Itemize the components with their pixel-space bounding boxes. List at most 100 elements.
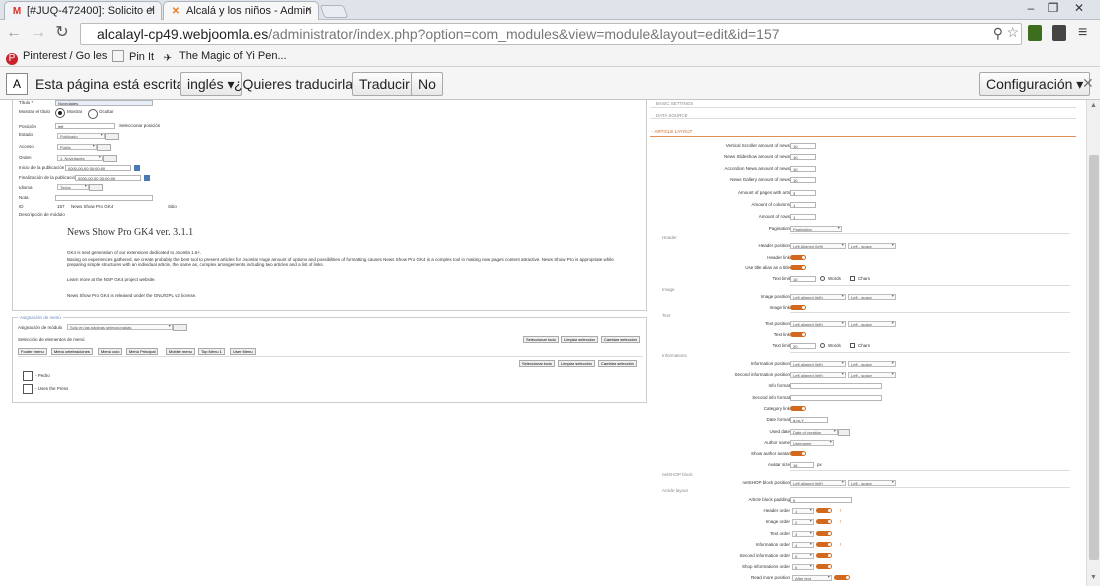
image-link-toggle[interactable] [790,305,806,310]
note-input[interactable] [55,195,153,201]
translate-settings-button[interactable]: Configuración ▾ [979,72,1091,96]
words-radio[interactable] [820,343,825,348]
tab-joomla-admin[interactable]: ✕ Alcalá y los niños - Admin × [163,1,319,20]
language-button[interactable] [89,184,103,191]
vertical-scroller-input[interactable]: 10 [790,143,816,149]
image-position-select[interactable]: Left aligned (left) [790,294,846,300]
menu-icon[interactable]: ≡ [1078,24,1087,42]
minimize-icon[interactable]: – [1020,1,1042,15]
close-tab-icon[interactable]: × [149,4,155,16]
title-alias-toggle[interactable] [790,265,806,270]
order-select[interactable]: 1. Novedades [57,155,103,161]
clear-selection-button[interactable]: Limpiar selección [558,360,595,367]
pagination-select[interactable]: Pagination [790,226,842,232]
news-gallery-input[interactable]: 10 [790,177,816,183]
columns-input[interactable]: 1 [790,202,816,208]
accordion-data-source[interactable]: DATA SOURCE [650,111,1076,119]
text-position-select-2[interactable]: Left - space [848,321,896,327]
pages-input[interactable]: 3 [790,190,816,196]
menu-tab[interactable]: Top Menu 1 [198,348,225,355]
info-position-select-2[interactable]: Left - space [848,361,896,367]
text-order-select[interactable]: 3 [792,531,814,537]
header-text-limit-input[interactable]: 10 [790,276,816,282]
extension-icon[interactable] [1028,25,1042,41]
menu-item-checkbox[interactable] [23,371,33,381]
extension-2-icon[interactable] [1052,25,1066,41]
accordion-article-layout[interactable]: - ARTICLE LAYOUT [650,125,1076,137]
second-info-format-input[interactable] [790,395,882,401]
position-input[interactable]: left [55,123,115,129]
calendar-icon[interactable] [144,175,150,181]
access-button[interactable] [97,144,111,151]
words-radio[interactable] [820,276,825,281]
new-tab-button[interactable] [319,5,349,18]
order-button[interactable] [103,155,117,162]
show-title-radio[interactable] [55,108,65,118]
second-info-position-select[interactable]: Left aligned (left) [790,372,846,378]
select-all-button[interactable]: Seleccionar todo [523,336,559,343]
page-scrollbar[interactable]: ▲ ▼ [1086,100,1100,586]
information-order-select[interactable]: 4 [792,542,814,548]
access-select[interactable]: Public [57,144,97,150]
accordion-basic-settings[interactable]: BASIC SETTINGS [650,100,1076,108]
image-position-select-2[interactable]: Left - space [848,294,896,300]
close-translate-icon[interactable]: ✕ [1082,75,1094,92]
status-button[interactable] [105,133,119,140]
text-position-select[interactable]: Left aligned (left) [790,321,846,327]
assignment-button[interactable] [173,324,187,331]
menu-item-checkbox[interactable] [23,384,33,394]
second-info-order-toggle[interactable] [816,553,832,558]
bookmark-pin-it[interactable]: Pin It [112,50,154,63]
toggle-selection-button[interactable]: Cambiar selección [598,360,637,367]
title-input[interactable]: Novedades [55,100,153,106]
back-icon[interactable]: ← [4,23,24,43]
used-date-select[interactable]: Date of creation [790,429,838,435]
news-slideshow-input[interactable]: 10 [790,154,816,160]
calendar-icon[interactable] [134,165,140,171]
text-order-toggle[interactable] [816,531,832,536]
close-window-icon[interactable]: ✕ [1068,1,1090,15]
header-position-select-2[interactable]: Left - space [848,243,896,249]
shop-info-order-toggle[interactable] [816,564,832,569]
show-avatar-toggle[interactable] [790,451,806,456]
translate-button[interactable]: Traducir [352,72,417,96]
info-position-select[interactable]: Left aligned (left) [790,361,846,367]
scrollbar-thumb[interactable] [1089,155,1099,560]
publish-end-input[interactable]: 0000-00-00 00:00:00 [75,175,141,181]
publish-start-input[interactable]: 0000-00-00 00:00:00 [65,165,131,171]
menu-tab[interactable]: Menú Principal [126,348,159,355]
read-more-toggle[interactable] [834,575,850,580]
close-tab-icon[interactable]: × [306,4,312,16]
rows-input[interactable]: 1 [790,214,816,220]
author-name-select[interactable]: Username [790,440,834,446]
bookmark-pinterest[interactable]: P Pinterest / Go les [6,50,107,65]
used-date-button[interactable] [838,429,850,436]
header-position-select[interactable]: Left Aligned (left) [790,243,846,249]
netshop-position-select-2[interactable]: Left - space [848,480,896,486]
accordion-news-input[interactable]: 10 [790,166,816,172]
second-info-position-select-2[interactable]: Left - space [848,372,896,378]
information-order-toggle[interactable] [816,542,832,547]
address-bar[interactable]: alcalayl-cp49.webjoomla.es/administrator… [80,23,1022,45]
chars-radio[interactable] [850,343,855,348]
bookmark-yi-pen[interactable]: ✈ The Magic of Yi Pen... [162,50,287,65]
second-info-order-select[interactable]: 5 [792,553,814,559]
header-link-toggle[interactable] [790,255,806,260]
menu-tab[interactable]: Menú celebraciones [51,348,93,355]
date-format-input[interactable]: d-m-Y [790,417,828,423]
toggle-selection-button[interactable]: Cambiar selección [601,336,640,343]
chars-radio[interactable] [850,276,855,281]
search-icon[interactable]: ⚲ [993,25,1003,42]
header-order-toggle[interactable] [816,508,832,513]
menu-tab[interactable]: Menú ocio [98,348,123,355]
image-order-select[interactable]: 2 [792,519,814,525]
language-select[interactable]: Todos [57,184,89,190]
netshop-position-select[interactable]: Left aligned (left) [790,480,846,486]
menu-tab[interactable]: Footer menu [18,348,47,355]
scroll-down-icon[interactable]: ▼ [1090,574,1097,581]
clear-selection-button[interactable]: Limpiar selección [561,336,598,343]
image-order-toggle[interactable] [816,519,832,524]
block-padding-input[interactable]: 0 [790,497,852,503]
restore-icon[interactable]: ❐ [1042,1,1064,15]
scroll-up-icon[interactable]: ▲ [1090,102,1097,109]
